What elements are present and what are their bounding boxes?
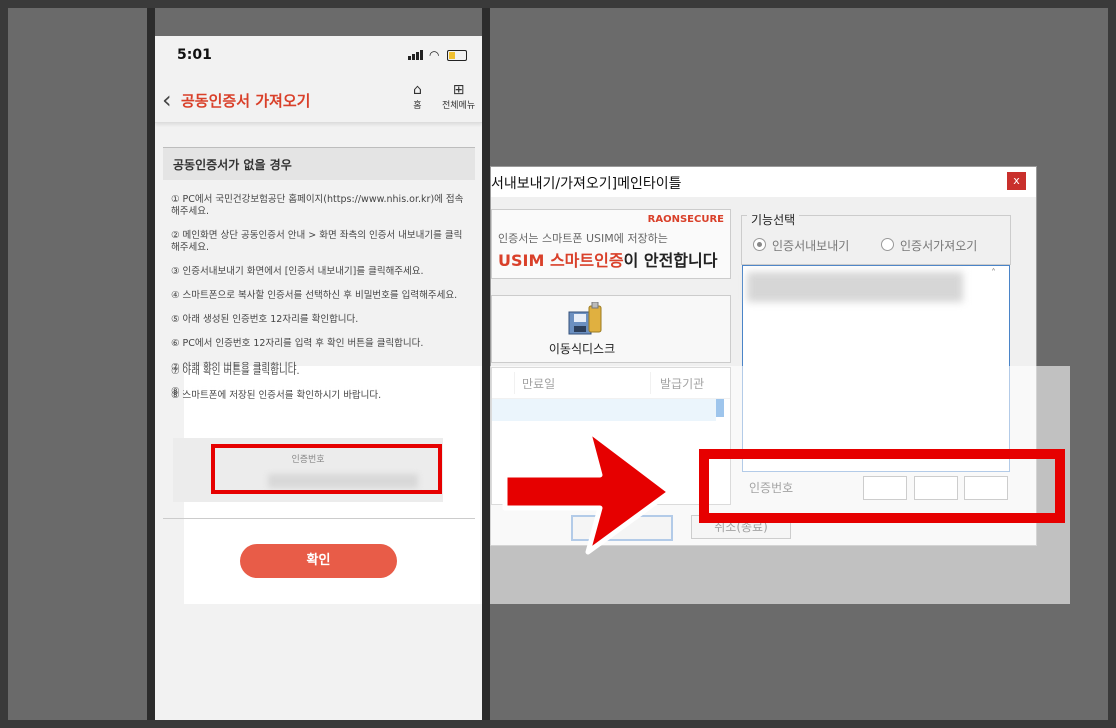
list-item: ⑧ 스마트폰에 저장된 인증서를 확인하시기 바랍니다. bbox=[171, 390, 382, 401]
list-item: ⑦ 아래 확인 버튼을 클릭합니다. bbox=[171, 366, 300, 377]
usim-banner: RAONSECURE 인증서는 스마트폰 USIM에 저장하는 USIM 스마트… bbox=[491, 209, 731, 279]
divider bbox=[163, 518, 475, 519]
cert-list-box[interactable]: ˄ bbox=[742, 265, 1010, 472]
radio-selected-icon bbox=[753, 238, 766, 251]
scrollbar[interactable] bbox=[716, 399, 724, 417]
instruction-list-highlighted: ⑦ 아래 확인 버튼을 클릭합니다. ⑧ 스마트폰에 저장된 인증서를 확인하시… bbox=[171, 366, 471, 414]
confirm-button[interactable]: 확인 bbox=[240, 544, 397, 578]
dialog-titlebar: 서내보내기/가져오기]메인타이틀 x bbox=[491, 167, 1036, 197]
removable-disk-button[interactable]: 이동식디스크 bbox=[491, 295, 731, 363]
column-separator bbox=[650, 372, 651, 394]
phone-highlight-content: ⑦ 아래 확인 버튼을 클릭합니다. ⑧ 스마트폰에 저장된 인증서를 확인하시… bbox=[155, 36, 482, 720]
column-separator bbox=[514, 372, 515, 394]
radio-export-label: 인증서내보내기 bbox=[772, 239, 850, 253]
function-select-legend: 기능선택 bbox=[747, 211, 800, 228]
column-issuer: 발급기관 bbox=[660, 377, 705, 391]
right-divider bbox=[482, 8, 490, 720]
column-expiry: 만료일 bbox=[522, 377, 556, 391]
highlight-box-pc-code bbox=[699, 449, 1065, 523]
cert-list-entry bbox=[747, 272, 963, 302]
banner-subtitle: 인증서는 스마트폰 USIM에 저장하는 bbox=[498, 232, 668, 245]
arrow-right-icon bbox=[502, 427, 673, 555]
table-header: 만료일 발급기관 bbox=[492, 368, 730, 399]
background-panel bbox=[8, 8, 148, 720]
highlight-box-phone-code bbox=[211, 444, 442, 494]
radio-export[interactable]: 인증서내보내기 bbox=[753, 237, 849, 254]
radio-unselected-icon bbox=[881, 238, 894, 251]
removable-disk-label: 이동식디스크 bbox=[548, 342, 616, 356]
banner-headline: USIM 스마트인증이 안전합니다 bbox=[498, 247, 717, 271]
radio-import[interactable]: 인증서가져오기 bbox=[881, 237, 977, 254]
brand-logo: RAONSECURE bbox=[647, 214, 724, 225]
table-row[interactable] bbox=[492, 399, 716, 421]
close-button[interactable]: x bbox=[1007, 172, 1026, 190]
banner-headline-highlight: USIM 스마트인증 bbox=[498, 251, 624, 270]
banner-headline-rest: 이 안전합니다 bbox=[623, 251, 718, 270]
dialog-title: 서내보내기/가져오기]메인타이틀 bbox=[491, 176, 682, 192]
removable-disk-icon bbox=[568, 302, 602, 335]
left-divider bbox=[147, 8, 155, 720]
scroll-up-icon[interactable]: ˄ bbox=[991, 268, 996, 279]
radio-import-label: 인증서가져오기 bbox=[900, 239, 978, 253]
